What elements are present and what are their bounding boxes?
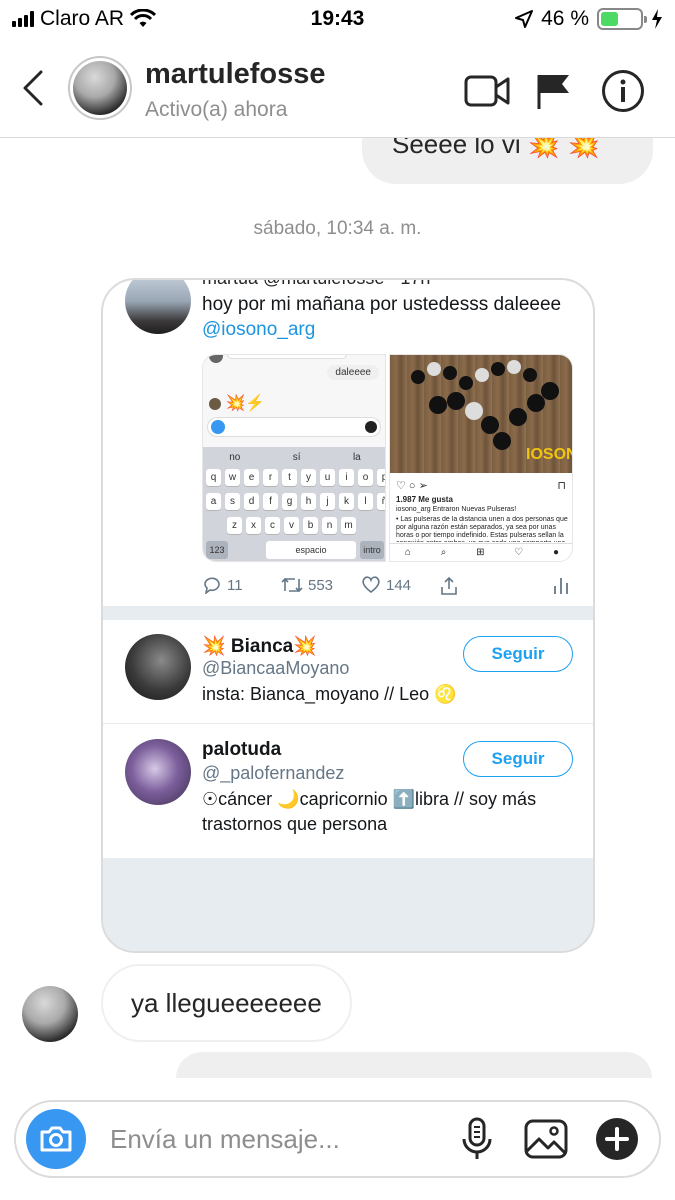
retweet-count[interactable]: 553 (281, 576, 333, 594)
suggested-user[interactable]: palotuda @_palofernandez ☉cáncer 🌙capric… (103, 725, 593, 859)
analytics-icon (554, 578, 568, 594)
bookmark-icon: ⊓ (557, 480, 566, 492)
status-bar: Claro AR 19:43 46 % (0, 0, 675, 38)
report-flag-button[interactable] (530, 68, 576, 114)
sender-avatar[interactable] (22, 986, 78, 1042)
user-name: palotuda (202, 739, 282, 760)
info-button[interactable] (600, 68, 646, 114)
user-name: 💥 Bianca💥 (202, 636, 317, 657)
post-tabbar: ⌂ ⌕ ⊞ ♡ ● (390, 543, 572, 561)
gallery-button[interactable] (523, 1116, 569, 1162)
user-handle: @_palofernandez (202, 763, 345, 783)
message-input[interactable]: Envía un mensaje... (110, 1124, 340, 1155)
follow-button[interactable]: Seguir (463, 741, 573, 777)
back-button[interactable] (16, 66, 50, 110)
chat-username[interactable]: martulefosse (145, 58, 326, 91)
message-text: ya llegueeeeeee (131, 987, 322, 1018)
charging-bolt-icon (652, 9, 662, 29)
retweet-icon (281, 577, 303, 593)
like-count[interactable]: 144 (361, 576, 411, 594)
follow-button[interactable]: Seguir (463, 636, 573, 672)
flag-icon (537, 75, 569, 109)
svg-text:IOSONO: IOSONO (526, 446, 573, 463)
plus-circle-icon (596, 1118, 638, 1160)
post-body: • Las pulseras de la distancia unen a do… (396, 516, 568, 542)
image-gallery-icon (524, 1119, 568, 1159)
mini-composer (207, 417, 381, 437)
chat-bubble: daleeee (327, 365, 379, 380)
microphone-icon (462, 1117, 492, 1159)
tweet-author-header: martua @martulefosse · 17h (202, 278, 431, 288)
card-footer (103, 858, 593, 951)
microphone-button[interactable] (454, 1116, 500, 1162)
reply-count[interactable]: 11 (202, 576, 243, 594)
received-message-bubble[interactable]: ya llegueeeeeee (101, 964, 352, 1042)
emoji-row: 💥⚡ (209, 393, 265, 413)
chevron-left-icon (23, 70, 43, 106)
user-handle: @BiancaaMoyano (202, 658, 350, 678)
reply-icon (204, 577, 220, 594)
avatar[interactable] (68, 56, 132, 120)
bracelet-photo: IOSONO (390, 355, 573, 473)
more-options-button[interactable] (594, 1116, 640, 1162)
shared-tweet-card[interactable]: martua @martulefosse · 17h hoy por mi ma… (101, 278, 595, 953)
user-bio: insta: Bianca_moyano // Leo ♌ (202, 684, 457, 704)
video-camera-icon (464, 75, 510, 107)
heart-icon (362, 576, 380, 594)
share-icon (441, 576, 457, 595)
tweet-media-post[interactable]: IOSONO ♡ ○ ➢ ⊓ 1.987 Me gusta iosono_arg… (389, 354, 573, 562)
analytics-button[interactable] (553, 576, 569, 594)
user-avatar (125, 634, 191, 700)
suggested-user[interactable]: 💥 Bianca💥 @BiancaaMoyano insta: Bianca_m… (103, 620, 593, 724)
share-button[interactable] (439, 576, 459, 596)
camera-icon (40, 1126, 72, 1152)
tweet-body: hoy por mi mañana por ustedesss daleeee (202, 294, 562, 315)
keyboard: no sí la qwertyuiop asdfghjklñ zxcvbnm 1… (203, 447, 385, 561)
tweet-text: hoy por mi mañana por ustedesss daleeee … (202, 292, 582, 342)
dm-screen: Claro AR 19:43 46 % martulefosse Activo(… (0, 0, 675, 1200)
user-avatar (125, 739, 191, 805)
location-arrow-icon (515, 10, 534, 28)
battery-icon (597, 8, 647, 30)
section-divider (103, 606, 593, 620)
message-timestamp: sábado, 10:34 a. m. (253, 218, 422, 239)
battery-percent: 46 % (541, 7, 589, 30)
tweet-mention-link[interactable]: @iosono_arg (202, 317, 582, 342)
tweet-media-keyboard[interactable]: daleeee 💥⚡ no sí la qwertyuiop asdfghjkl… (202, 354, 386, 562)
user-bio: ☉cáncer 🌙capricornio ⬆️libra // soy más … (202, 789, 537, 834)
post-likes: 1.987 Me gusta (396, 495, 453, 504)
post-action-icons: ♡ ○ ➢ (396, 480, 428, 492)
active-status: Activo(a) ahora (145, 98, 288, 121)
camera-button[interactable] (26, 1109, 86, 1169)
status-right: 46 % (515, 7, 663, 31)
sent-message-bubble-partial[interactable] (176, 1052, 652, 1078)
info-icon (602, 70, 644, 112)
video-call-button[interactable] (464, 68, 510, 114)
tweet-author-avatar (125, 280, 191, 334)
chat-header: martulefosse Activo(a) ahora (0, 38, 675, 138)
post-caption: iosono_arg Entraron Nuevas Pulseras! (396, 506, 517, 513)
message-composer: Envía un mensaje... (14, 1100, 661, 1178)
